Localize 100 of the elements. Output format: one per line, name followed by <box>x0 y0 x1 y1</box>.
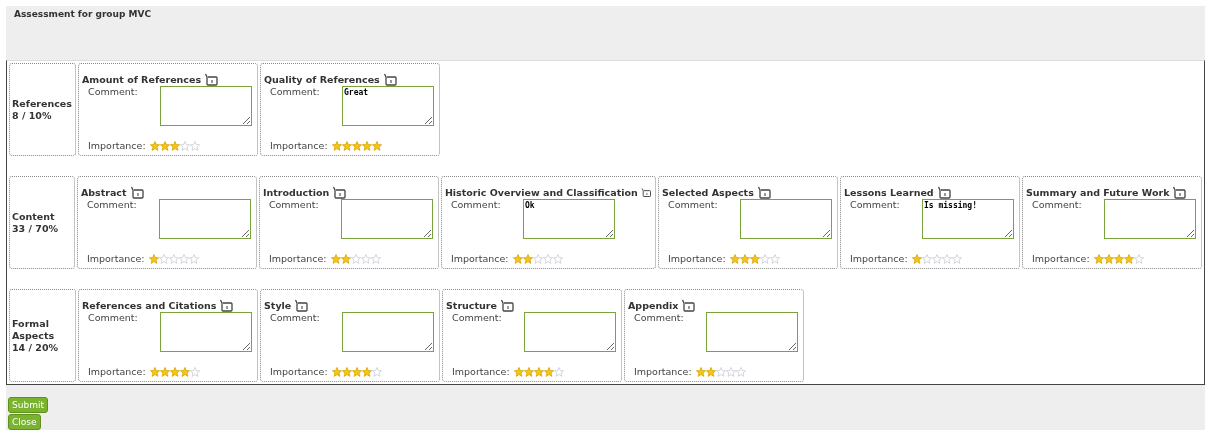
filled-star-icon[interactable] <box>331 140 342 151</box>
filled-star-icon[interactable] <box>169 140 180 151</box>
comment-label: Comment: <box>634 312 685 325</box>
importance-rating[interactable] <box>149 140 200 151</box>
filled-star-icon[interactable] <box>169 366 180 377</box>
filled-star-icon[interactable] <box>149 366 160 377</box>
importance-label: Importance: <box>270 366 328 377</box>
help-bubble-icon[interactable] <box>640 186 651 199</box>
importance-rating[interactable] <box>512 253 563 264</box>
filled-star-icon[interactable] <box>1113 253 1124 264</box>
help-bubble-icon[interactable] <box>1172 186 1187 199</box>
comment-label: Comment: <box>1032 199 1083 212</box>
criterion-title: Summary and Future Work <box>1026 187 1170 198</box>
criterion-title: Structure <box>446 300 497 311</box>
filled-star-icon[interactable] <box>179 366 190 377</box>
criterion-title: Historic Overview and Classification <box>444 187 638 198</box>
filled-star-icon[interactable] <box>513 366 524 377</box>
importance-label: Importance: <box>270 140 328 151</box>
importance-label: Importance: <box>88 140 146 151</box>
comment-field[interactable] <box>342 312 434 352</box>
filled-star-icon[interactable] <box>739 253 750 264</box>
help-bubble-icon[interactable] <box>129 186 144 199</box>
importance-rating[interactable] <box>729 253 780 264</box>
importance-rating[interactable] <box>148 253 199 264</box>
filled-star-icon[interactable] <box>149 140 160 151</box>
group-label: References 8 / 10% <box>12 97 72 122</box>
comment-field[interactable] <box>340 199 433 239</box>
filled-star-icon[interactable] <box>512 253 523 264</box>
importance-rating[interactable] <box>1093 253 1144 264</box>
page-title: Assessment for group MVC <box>14 9 152 19</box>
filled-star-icon[interactable] <box>1103 253 1114 264</box>
filled-star-icon[interactable] <box>543 366 554 377</box>
filled-star-icon[interactable] <box>361 366 372 377</box>
help-bubble-icon[interactable] <box>681 299 696 312</box>
filled-star-icon[interactable] <box>148 253 159 264</box>
comment-label: Comment: <box>268 199 320 212</box>
help-bubble-icon[interactable] <box>204 73 219 86</box>
filled-star-icon[interactable] <box>340 253 351 264</box>
filled-star-icon[interactable] <box>351 366 362 377</box>
importance-rating[interactable] <box>911 253 962 264</box>
filled-star-icon[interactable] <box>159 140 170 151</box>
importance-label: Importance: <box>634 366 692 377</box>
filled-star-icon[interactable] <box>911 253 922 264</box>
criterion-title: Selected Aspects <box>662 187 754 198</box>
importance-rating[interactable] <box>330 253 381 264</box>
criterion-title: Style <box>264 300 292 311</box>
comment-field[interactable] <box>1104 199 1196 239</box>
filled-star-icon[interactable] <box>341 140 352 151</box>
help-bubble-icon[interactable] <box>936 186 951 199</box>
comment-field[interactable] <box>160 312 252 352</box>
filled-star-icon[interactable] <box>749 253 760 264</box>
filled-star-icon[interactable] <box>371 140 382 151</box>
filled-star-icon[interactable] <box>351 140 362 151</box>
comment-field[interactable] <box>740 199 832 239</box>
importance-rating[interactable] <box>695 366 746 377</box>
importance-rating[interactable] <box>149 366 200 377</box>
comment-field[interactable]: Great <box>342 86 434 126</box>
help-bubble-icon[interactable] <box>294 299 309 312</box>
comment-label: Comment: <box>450 199 502 212</box>
importance-label: Importance: <box>850 253 908 264</box>
importance-label: Importance: <box>86 253 145 264</box>
help-bubble-icon[interactable] <box>499 299 514 312</box>
comment-field[interactable]: Ok <box>522 199 615 239</box>
filled-star-icon[interactable] <box>1123 253 1134 264</box>
filled-star-icon[interactable] <box>341 366 352 377</box>
filled-star-icon[interactable] <box>533 366 544 377</box>
criterion-title: References and Citations <box>82 300 217 311</box>
filled-star-icon[interactable] <box>729 253 740 264</box>
filled-star-icon[interactable] <box>1093 253 1104 264</box>
comment-field[interactable]: Is missing! <box>922 199 1014 239</box>
importance-rating[interactable] <box>513 366 564 377</box>
comment-field[interactable] <box>524 312 616 352</box>
importance-rating[interactable] <box>331 140 382 151</box>
comment-label: Comment: <box>668 199 719 212</box>
comment-label: Comment: <box>86 199 138 212</box>
help-bubble-icon[interactable] <box>219 299 234 312</box>
importance-label: Importance: <box>1032 253 1090 264</box>
filled-star-icon[interactable] <box>695 366 706 377</box>
filled-star-icon[interactable] <box>522 253 533 264</box>
comment-field[interactable] <box>160 86 252 126</box>
criterion-title: Amount of References <box>82 74 202 85</box>
criterion-title: Lessons Learned <box>844 187 934 198</box>
filled-star-icon[interactable] <box>361 140 372 151</box>
help-bubble-icon[interactable] <box>756 186 771 199</box>
filled-star-icon[interactable] <box>523 366 534 377</box>
importance-rating[interactable] <box>331 366 382 377</box>
comment-label: Comment: <box>270 312 321 325</box>
importance-label: Importance: <box>668 253 726 264</box>
filled-star-icon[interactable] <box>331 366 342 377</box>
comment-field[interactable] <box>706 312 798 352</box>
criterion-title: Introduction <box>262 187 330 198</box>
filled-star-icon[interactable] <box>330 253 341 264</box>
comment-label: Comment: <box>452 312 503 325</box>
help-bubble-icon[interactable] <box>382 73 397 86</box>
filled-star-icon[interactable] <box>705 366 716 377</box>
filled-star-icon[interactable] <box>159 366 170 377</box>
help-bubble-icon[interactable] <box>332 186 347 199</box>
group-label: Content 33 / 70% <box>12 210 59 235</box>
criterion-title: Quality of References <box>264 74 380 85</box>
comment-field[interactable] <box>158 199 251 239</box>
